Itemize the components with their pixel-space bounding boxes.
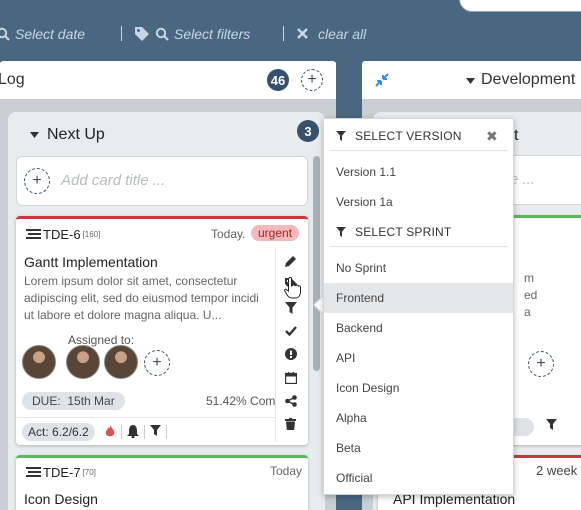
close-icon [296,27,309,40]
filters-filter[interactable]: Select filters [134,25,250,42]
card-id: TDE-7 [70] [26,465,96,480]
card-description-fragment: m ed a [524,271,538,319]
trash-icon[interactable] [285,418,296,430]
card-id-text: TDE-7 [43,465,81,480]
card-date: Today [270,464,303,478]
sprint-option[interactable]: Alpha [324,403,513,433]
avatar[interactable] [22,345,56,379]
add-assignee-button[interactable]: + [528,351,554,377]
sprint-option-active[interactable]: Frontend [324,283,513,313]
caret-down-icon[interactable] [466,78,475,84]
check-icon[interactable] [285,325,297,337]
card-type-icon [26,229,41,240]
sprint-option[interactable]: Backend [324,313,513,343]
card-id: TDE-6 [160] [26,227,100,242]
filter-icon[interactable] [150,425,161,436]
filter-dropdown: SELECT VERSION ✖ Version 1.1 Version 1a … [323,118,514,495]
lane-count-badge: 46 [267,69,289,91]
card-type-icon [26,467,41,478]
share-icon[interactable] [285,395,297,407]
lane-title: Development [481,71,576,88]
add-card-placeholder: Add card title ... [61,172,166,189]
filter-icon [336,227,346,237]
filter-separator [283,26,284,41]
card-id-text: TDE-6 [43,227,81,242]
due-label: DUE: [32,394,61,408]
version-option[interactable]: Version 1.1 [324,157,513,187]
card-title[interactable]: Gantt Implementation [24,254,158,270]
due-date-pill[interactable]: DUE: 15th Mar [22,392,125,410]
filter-icon [336,131,346,141]
compress-icon[interactable] [374,72,390,88]
search-icon [0,27,10,41]
lane-header-development: Development [362,61,581,99]
card-date: Today. [211,227,246,241]
card-footer: Act: 6.2/6.2 [16,417,276,445]
add-card-input[interactable]: + Add card title ... [16,156,308,206]
divider [330,246,508,247]
due-date: 15th Mar [67,394,115,408]
hand-cursor-icon [284,277,301,299]
calendar-icon[interactable] [285,372,297,384]
card-date: 2 week [536,463,578,478]
date-filter-label: Select date [15,25,86,42]
date-filter[interactable]: Select date [0,25,85,42]
card-title[interactable]: Icon Design [24,491,98,507]
card-tde-7[interactable]: TDE-7 [70] Today Icon Design [16,455,308,510]
card-points: [160] [82,230,101,239]
card-description: Lorem ipsum dolor sit amet, consectetur … [24,274,259,322]
fire-icon[interactable] [105,425,115,438]
lane-title: Log [0,71,25,88]
avatar[interactable] [66,345,100,379]
card-tde-6[interactable]: TDE-6 [160] Today. urgent Gantt Implemen… [16,216,308,445]
avatar[interactable] [104,345,138,379]
column-scrollbar[interactable] [313,156,320,371]
sprint-option[interactable]: No Sprint [324,253,513,283]
add-card-button[interactable]: + [24,168,50,194]
sprint-option[interactable]: Beta [324,433,513,463]
card-points: [70] [82,468,96,477]
add-assignee-button[interactable]: + [144,350,170,376]
sprint-option[interactable]: API [324,343,513,373]
completion-percent: 51.42% Com [206,394,276,408]
act-pill[interactable]: Act: 6.2/6.2 [22,423,95,441]
divider [144,425,145,439]
sprint-header-label: SELECT SPRINT [355,225,452,239]
clear-all-button[interactable]: clear all [296,25,366,42]
filter-icon[interactable] [546,419,557,430]
close-icon[interactable]: ✖ [486,128,498,145]
search-icon [155,27,169,41]
filter-separator [121,26,122,41]
filters-label: Select filters [174,25,251,42]
caret-down-icon [30,132,39,138]
sprint-option[interactable]: Icon Design [324,373,513,403]
divider [121,425,122,439]
pencil-icon[interactable] [285,255,297,267]
version-header-label: SELECT VERSION [355,129,462,143]
clear-all-label: clear all [318,25,367,42]
filter-bar: Select date Select filters clear all [0,16,581,50]
alert-icon[interactable] [285,348,297,360]
bell-icon[interactable] [127,425,139,438]
sprint-option[interactable]: Official [324,463,513,493]
filter-icon[interactable] [285,302,297,314]
column-header[interactable]: Next Up [30,126,105,144]
top-search-pill[interactable] [459,0,581,12]
column-title-fragment: t [514,127,519,144]
add-column-button[interactable]: + [301,69,323,91]
sprint-header: SELECT SPRINT [336,225,451,239]
version-header: SELECT VERSION [336,129,462,143]
divider [330,150,508,151]
urgent-badge[interactable]: urgent [251,225,300,241]
column-title: Next Up [47,126,105,143]
divider [166,425,167,439]
tag-icon [134,26,150,42]
column-count-badge: 3 [297,120,319,142]
version-option[interactable]: Version 1a [324,187,513,217]
lane-header-log: Log 46 + [0,61,336,99]
